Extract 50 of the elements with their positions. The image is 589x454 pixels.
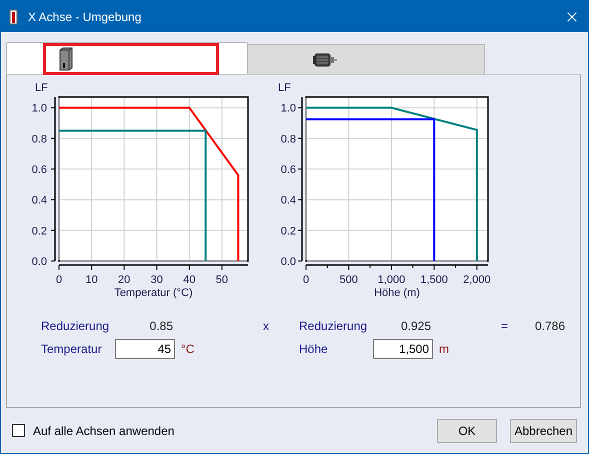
checkbox[interactable] <box>12 424 25 437</box>
tick-label: 0.4 <box>32 194 47 207</box>
cabinet-icon <box>59 46 73 70</box>
tick-label: 1,000 <box>378 274 406 286</box>
tick-label: 50 <box>216 274 228 286</box>
tick-label: 0.6 <box>280 164 296 176</box>
tick-label: 1,500 <box>420 274 448 286</box>
tick-label: 0.2 <box>280 225 296 238</box>
tick-label: 20 <box>118 274 130 286</box>
reduction-label: Reduzierung <box>41 319 110 333</box>
tick-label: 2,000 <box>463 274 491 286</box>
tick-label: 0.4 <box>280 194 296 207</box>
tick-label: 40 <box>183 274 196 286</box>
unit-label: m <box>439 342 449 356</box>
axis-title: Höhe (m) <box>374 287 420 299</box>
input-label: Höhe <box>299 342 329 356</box>
tick-label: 0 <box>56 274 62 286</box>
tab[interactable] <box>248 44 485 74</box>
app-icon <box>9 8 18 24</box>
tick-label: 500 <box>340 274 358 286</box>
reduction-value: 0.925 <box>400 319 432 333</box>
reduction-label: Reduzierung <box>299 319 368 333</box>
multiply-sign: x <box>263 319 270 333</box>
tick-label: 1.0 <box>32 102 47 115</box>
window-title: X Achse - Umgebung <box>28 10 142 24</box>
tick-label: 0.0 <box>32 256 47 268</box>
unit-label: °C <box>181 342 194 356</box>
tick-label: 10 <box>85 274 98 286</box>
input-field[interactable]: 1,500 <box>373 339 433 359</box>
tick-label: 0.8 <box>32 133 47 146</box>
tick-label: 0 <box>302 274 310 286</box>
tick-label: 0.6 <box>32 164 47 176</box>
cancel-button[interactable]: Abbrechen <box>510 418 577 442</box>
tick-label: 0.8 <box>280 133 296 146</box>
checkbox-label: Auf alle Achsen anwenden <box>33 424 174 438</box>
axis-title: LF <box>35 82 48 94</box>
equals-sign: = <box>501 319 510 333</box>
tab[interactable] <box>6 42 248 74</box>
axis-title: LF <box>278 82 291 94</box>
reduction-value: 0.85 <box>148 319 174 333</box>
tick-label: 1.0 <box>280 102 296 115</box>
tick-label: 0.2 <box>32 225 47 238</box>
tick-label: 30 <box>150 274 163 286</box>
result-value: 0.786 <box>535 319 566 333</box>
input-field[interactable]: 45 <box>115 339 175 359</box>
input-label: Temperatur <box>41 342 103 356</box>
ok-button[interactable]: OK <box>437 418 497 442</box>
motor-icon <box>312 52 338 66</box>
axis-title: Temperatur (°C) <box>114 287 193 299</box>
tick-label: 0.0 <box>280 256 296 268</box>
